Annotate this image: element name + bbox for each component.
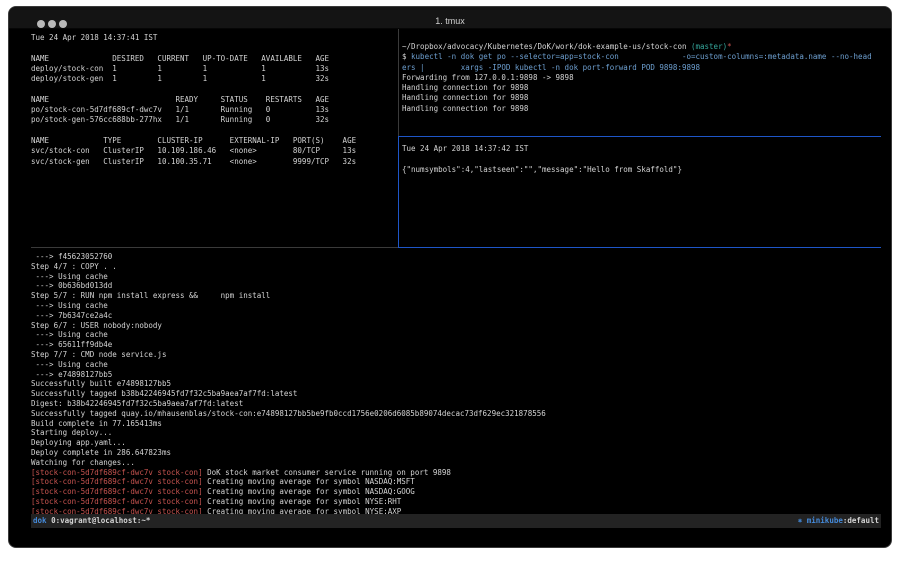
terminal-line xyxy=(31,84,398,94)
terminal-line: po/stock-con-5d7df689cf-dwc7v 1/1 Runnin… xyxy=(31,105,398,115)
pane-divider-vertical-active[interactable] xyxy=(398,136,399,248)
terminal-line: Forwarding from 127.0.0.1:9898 -> 9898 xyxy=(402,73,881,83)
terminal-line: ---> f45623052760 xyxy=(31,252,881,262)
terminal-line: ---> 0b636bd013dd xyxy=(31,281,881,291)
terminal-line: [stock-con-5d7df689cf-dwc7v stock-con] C… xyxy=(31,507,881,514)
pane-divider-vertical-inactive[interactable] xyxy=(398,29,399,136)
terminal-line: Step 4/7 : COPY . . xyxy=(31,262,881,272)
terminal-line: Handling connection for 9898 xyxy=(402,83,881,93)
terminal-line: ---> 65611ff9db4e xyxy=(31,340,881,350)
terminal-line: {"numsymbols":4,"lastseen":"","message":… xyxy=(402,165,881,175)
window-title-bar[interactable]: 1. tmux xyxy=(9,7,891,29)
terminal-line: $ kubectl -n dok get po --selector=app=s… xyxy=(402,52,881,62)
terminal-line xyxy=(31,126,398,136)
terminal-line: ---> Using cache xyxy=(31,360,881,370)
pane-divider-horizontal-active-top[interactable] xyxy=(399,136,881,137)
status-kube-context-label: ⎈ minikube:default xyxy=(798,514,879,528)
terminal-window: 1. tmux Tue 24 Apr 2018 14:37:41 IST NAM… xyxy=(8,6,892,548)
pane-skaffold-log[interactable]: ---> f45623052760Step 4/7 : COPY . . ---… xyxy=(31,252,881,514)
terminal-line: [stock-con-5d7df689cf-dwc7v stock-con] D… xyxy=(31,468,881,478)
terminal-line: Step 7/7 : CMD node service.js xyxy=(31,350,881,360)
pane-divider-horizontal-active-bottom[interactable] xyxy=(398,247,881,248)
terminal-line: NAME READY STATUS RESTARTS AGE xyxy=(31,95,398,105)
terminal-line: Handling connection for 9898 xyxy=(402,93,881,103)
terminal-line: [stock-con-5d7df689cf-dwc7v stock-con] C… xyxy=(31,497,881,507)
terminal-line: NAME TYPE CLUSTER-IP EXTERNAL-IP PORT(S)… xyxy=(31,136,398,146)
terminal-line: [stock-con-5d7df689cf-dwc7v stock-con] C… xyxy=(31,477,881,487)
terminal-line: ---> Using cache xyxy=(31,272,881,282)
terminal-line: NAME DESIRED CURRENT UP-TO-DATE AVAILABL… xyxy=(31,54,398,64)
terminal-line: Step 5/7 : RUN npm install express && np… xyxy=(31,291,881,301)
terminal-line: Digest: b38b42246945fd7f32c5ba9aea7af7fd… xyxy=(31,399,881,409)
terminal-line: ---> e74898127bb5 xyxy=(31,370,881,380)
terminal-line: ~/Dropbox/advocacy/Kubernetes/DoK/work/d… xyxy=(402,42,881,52)
pane-port-forward[interactable]: ~/Dropbox/advocacy/Kubernetes/DoK/work/d… xyxy=(402,29,881,148)
status-session-window-label[interactable]: dok 0:vagrant@localhost:~* xyxy=(33,514,150,528)
pane-kubectl-watch[interactable]: Tue 24 Apr 2018 14:37:41 IST NAME DESIRE… xyxy=(31,29,398,252)
status-bar: dok 0:vagrant@localhost:~* ⎈ minikube:de… xyxy=(31,514,881,528)
terminal-line: Tue 24 Apr 2018 14:37:42 IST xyxy=(402,144,881,154)
terminal-line: Tue 24 Apr 2018 14:37:41 IST xyxy=(31,33,398,43)
terminal-line: Step 6/7 : USER nobody:nobody xyxy=(31,321,881,331)
terminal-line: deploy/stock-con 1 1 1 1 13s xyxy=(31,64,398,74)
terminal-line: svc/stock-con ClusterIP 10.109.186.46 <n… xyxy=(31,146,398,156)
terminal-line: Successfully tagged b38b42246945fd7f32c5… xyxy=(31,389,881,399)
terminal-line: ers | xargs -IPOD kubectl -n dok port-fo… xyxy=(402,63,881,73)
terminal-line: Successfully tagged quay.io/mhausenblas/… xyxy=(31,409,881,419)
terminal-line xyxy=(31,43,398,53)
terminal-line xyxy=(402,154,881,164)
pane-divider-horizontal-inactive[interactable] xyxy=(31,247,398,248)
terminal-line: [stock-con-5d7df689cf-dwc7v stock-con] C… xyxy=(31,487,881,497)
terminal-line: ---> 7b6347ce2a4c xyxy=(31,311,881,321)
terminal-line: Deploying app.yaml... xyxy=(31,438,881,448)
terminal-line: ---> Using cache xyxy=(31,330,881,340)
pane-curl-output[interactable]: Tue 24 Apr 2018 14:37:42 IST {"numsymbol… xyxy=(402,141,881,248)
terminal-line: Deploy complete in 286.647823ms xyxy=(31,448,881,458)
terminal-line: ---> Using cache xyxy=(31,301,881,311)
terminal-line: po/stock-gen-576cc688bb-277hx 1/1 Runnin… xyxy=(31,115,398,125)
terminal-line: Starting deploy... xyxy=(31,428,881,438)
window-title: 1. tmux xyxy=(9,16,891,26)
terminal-line: Build complete in 77.165413ms xyxy=(31,419,881,429)
terminal-line: Watching for changes... xyxy=(31,458,881,468)
terminal-line: deploy/stock-gen 1 1 1 1 32s xyxy=(31,74,398,84)
terminal-line: Successfully built e74898127bb5 xyxy=(31,379,881,389)
terminal-line: svc/stock-gen ClusterIP 10.100.35.71 <no… xyxy=(31,157,398,167)
terminal-line: Handling connection for 9898 xyxy=(402,104,881,114)
